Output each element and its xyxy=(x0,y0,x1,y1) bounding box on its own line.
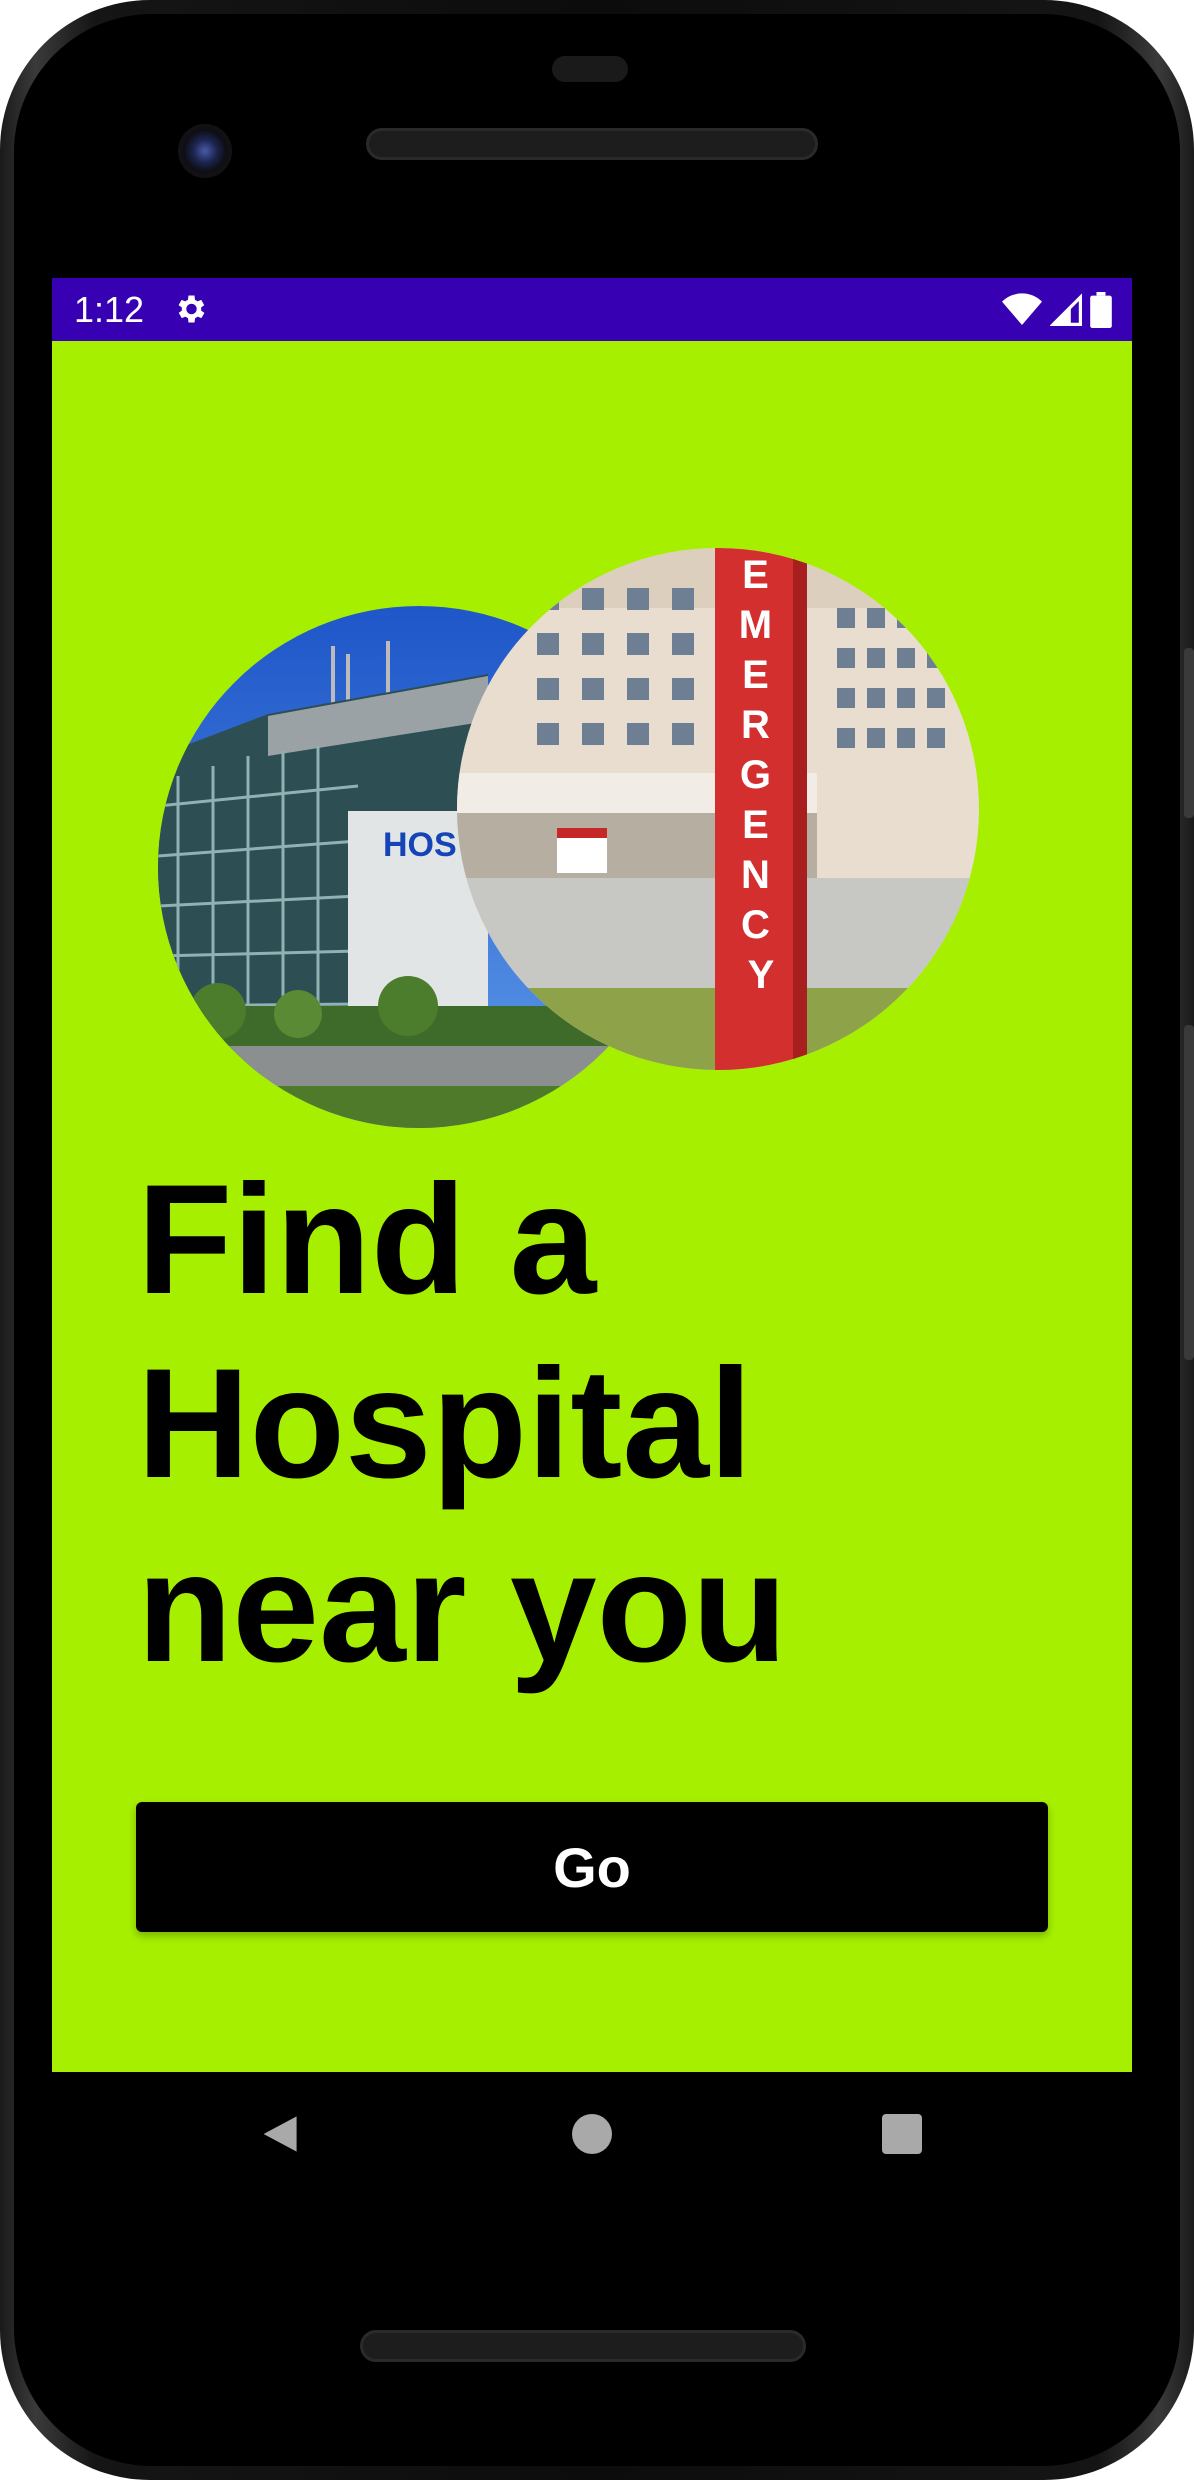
battery-icon xyxy=(1090,292,1112,328)
recents-icon[interactable] xyxy=(882,2114,922,2154)
settings-gear-icon xyxy=(178,295,205,323)
emergency-sign-text: E M E R G E N C Y xyxy=(739,553,783,997)
cell-signal-icon xyxy=(1050,293,1082,326)
headline-line-1: Find a xyxy=(137,1153,597,1327)
headline: Find a Hospital near you xyxy=(137,1148,1037,1700)
emergency-entrance-image: E M E R G E N C Y xyxy=(457,548,979,1070)
status-icons xyxy=(1002,290,1112,330)
navigation-bar xyxy=(52,2072,1132,2202)
headline-line-2: Hospital xyxy=(137,1337,753,1511)
phone-frame: 1:12 HOS E M E R G E N C Y Find a Hospit… xyxy=(0,0,1194,2480)
home-icon[interactable] xyxy=(572,2114,612,2154)
go-button[interactable]: Go xyxy=(136,1802,1048,1932)
front-sensor xyxy=(552,56,628,82)
power-button xyxy=(1184,648,1194,818)
wifi-icon xyxy=(1002,293,1042,325)
headline-line-3: near you xyxy=(137,1521,788,1695)
hospital-sign-text: HOS xyxy=(383,826,457,864)
status-time: 1:12 xyxy=(74,289,145,330)
bottom-speaker xyxy=(360,2330,806,2362)
status-bar: 1:12 xyxy=(52,278,1132,341)
top-speaker xyxy=(366,128,818,160)
app-screen: 1:12 HOS E M E R G E N C Y Find a Hospit… xyxy=(52,278,1132,2072)
hospital-images: HOS E M E R G E N C Y xyxy=(52,548,1132,1168)
back-icon[interactable] xyxy=(257,2112,301,2156)
volume-button xyxy=(1184,1025,1194,1360)
front-camera xyxy=(178,124,232,178)
